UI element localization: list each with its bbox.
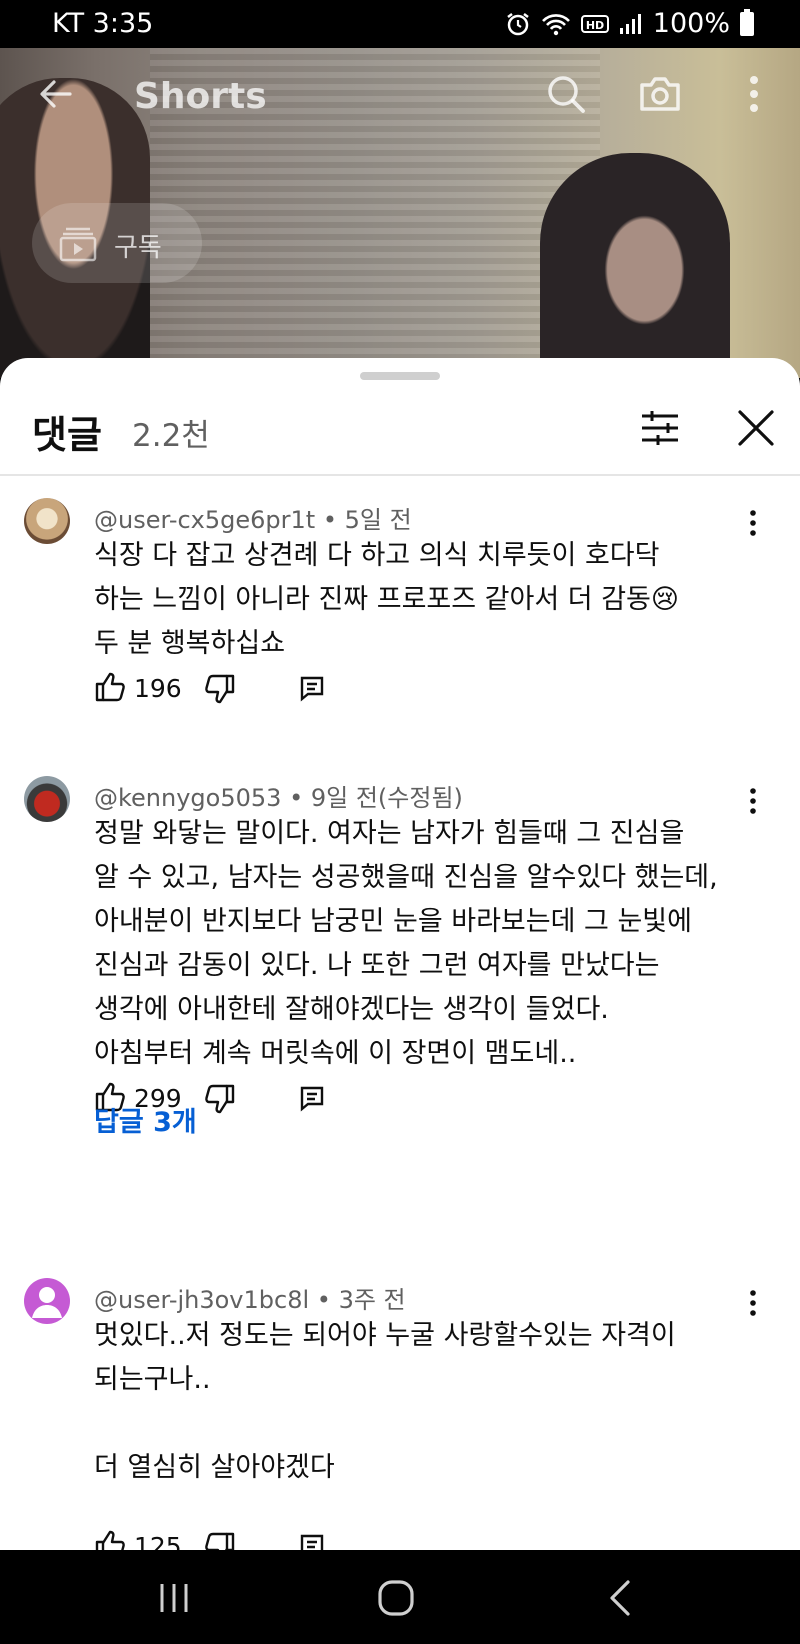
comments-header: 댓글 2.2천 [0, 388, 800, 476]
comment-time: 5일 전 [344, 506, 412, 534]
alarm-icon [505, 11, 531, 37]
meta-separator: • [309, 1286, 339, 1314]
carrier-time: KT 3:35 [52, 8, 154, 39]
comment-line: 두 분 행복하십쇼 [94, 628, 286, 659]
dislike-icon[interactable] [202, 672, 236, 706]
meta-separator: • [315, 506, 345, 534]
comment-body: 정말 와닿는 말이다. 여자는 남자가 힘들때 그 진심을 알 수 있고, 남자… [94, 812, 754, 1076]
comment-time: 3주 전 [338, 1286, 406, 1314]
status-icons: HD 100% [505, 8, 754, 39]
camera-icon[interactable] [636, 70, 684, 118]
subscribe-label: 구독 [114, 233, 162, 263]
more-vertical-icon[interactable] [730, 70, 778, 118]
like-count: 125 [134, 1532, 182, 1550]
shorts-header: Shorts [0, 48, 800, 148]
avatar[interactable] [24, 498, 70, 544]
back-arrow-icon[interactable] [36, 74, 76, 114]
meta-separator: • [281, 784, 311, 812]
video-person-right [540, 153, 730, 378]
system-nav-bar [0, 1550, 800, 1644]
comment-line: 멋있다..저 정도는 되어야 누굴 사랑할수있는 자격이 [94, 1320, 676, 1351]
recent-apps-icon[interactable] [152, 1576, 196, 1620]
comment-body: 멋있다..저 정도는 되어야 누굴 사랑할수있는 자격이 되는구나.. 더 열심… [94, 1314, 754, 1490]
subscriptions-icon [58, 223, 98, 263]
reply-icon[interactable] [298, 674, 326, 702]
like-icon[interactable] [94, 670, 128, 704]
comment-line: 되는구나.. [94, 1364, 211, 1395]
comment-line: 아침부터 계속 머릿속에 이 장면이 맴도네.. [94, 1038, 577, 1069]
comment-line: 더 열심히 살아야겠다 [94, 1452, 335, 1483]
comment-line: 식장 다 잡고 상견례 다 하고 의식 치루듯이 호다닥 [94, 540, 660, 571]
view-replies-link[interactable]: 답글 3개 [94, 1100, 197, 1139]
comment-author[interactable]: @user-jh3ov1bc8l [94, 1286, 309, 1314]
comments-count: 2.2천 [132, 418, 210, 454]
comment-line: 알 수 있고, 남자는 성공했을때 진심을 알수있다 했는데, [94, 862, 718, 893]
filter-icon[interactable] [638, 406, 682, 450]
comments-sheet: 댓글 2.2천 @user-cx5ge6pr1t • 5일 전 식장 다 잡고 … [0, 358, 800, 1550]
search-icon[interactable] [542, 70, 590, 118]
reply-icon[interactable] [298, 1532, 326, 1550]
comment-line [94, 1402, 754, 1446]
home-icon[interactable] [374, 1576, 418, 1620]
subscribe-button[interactable]: 구독 [32, 203, 202, 283]
reply-icon[interactable] [298, 1084, 326, 1112]
comment-meta: @user-cx5ge6pr1t • 5일 전 [94, 500, 412, 535]
signal-icon [619, 13, 643, 35]
status-bar: KT 3:35 HD 100% [0, 0, 800, 48]
svg-text:HD: HD [586, 19, 604, 32]
comment-meta: @kennygo5053 • 9일 전(수정됨) [94, 778, 463, 813]
default-avatar-icon [32, 1287, 62, 1318]
comments-title: 댓글 [32, 413, 102, 457]
drag-handle[interactable] [360, 372, 440, 380]
video-player[interactable]: Shorts 구독 [0, 48, 800, 378]
battery-percent: 100% [652, 8, 730, 39]
comment-time: 9일 전(수정됨) [310, 784, 463, 812]
comment-line: 아내분이 반지보다 남궁민 눈을 바라보는데 그 눈빛에 [94, 906, 692, 937]
like-icon[interactable] [94, 1528, 128, 1550]
comment-body: 식장 다 잡고 상견례 다 하고 의식 치루듯이 호다닥 하는 느낌이 아니라 … [94, 534, 754, 666]
close-icon[interactable] [732, 404, 780, 452]
wifi-icon [541, 12, 571, 36]
comment-author[interactable]: @user-cx5ge6pr1t [94, 506, 315, 534]
comment-meta: @user-jh3ov1bc8l • 3주 전 [94, 1280, 406, 1315]
like-count: 196 [134, 674, 182, 703]
dislike-icon[interactable] [202, 1530, 236, 1550]
comment-line: 하는 느낌이 아니라 진짜 프로포즈 같아서 더 감동😢 [94, 584, 680, 615]
avatar[interactable] [24, 1278, 70, 1324]
hd-icon: HD [580, 13, 609, 35]
comment-line: 진심과 감동이 있다. 나 또한 그런 여자를 만났다는 [94, 950, 660, 981]
comment-line: 생각에 아내한테 잘해야겠다는 생각이 들었다. [94, 994, 609, 1025]
shorts-title: Shorts [134, 76, 267, 117]
back-nav-icon[interactable] [600, 1576, 644, 1620]
dislike-icon[interactable] [202, 1082, 236, 1116]
comment-actions: 196 [94, 670, 394, 710]
avatar[interactable] [24, 776, 70, 822]
comment-line: 정말 와닿는 말이다. 여자는 남자가 힘들때 그 진심을 [94, 818, 685, 849]
battery-icon [740, 8, 754, 36]
comment-author[interactable]: @kennygo5053 [94, 784, 281, 812]
comment-actions: 125 [94, 1528, 394, 1550]
